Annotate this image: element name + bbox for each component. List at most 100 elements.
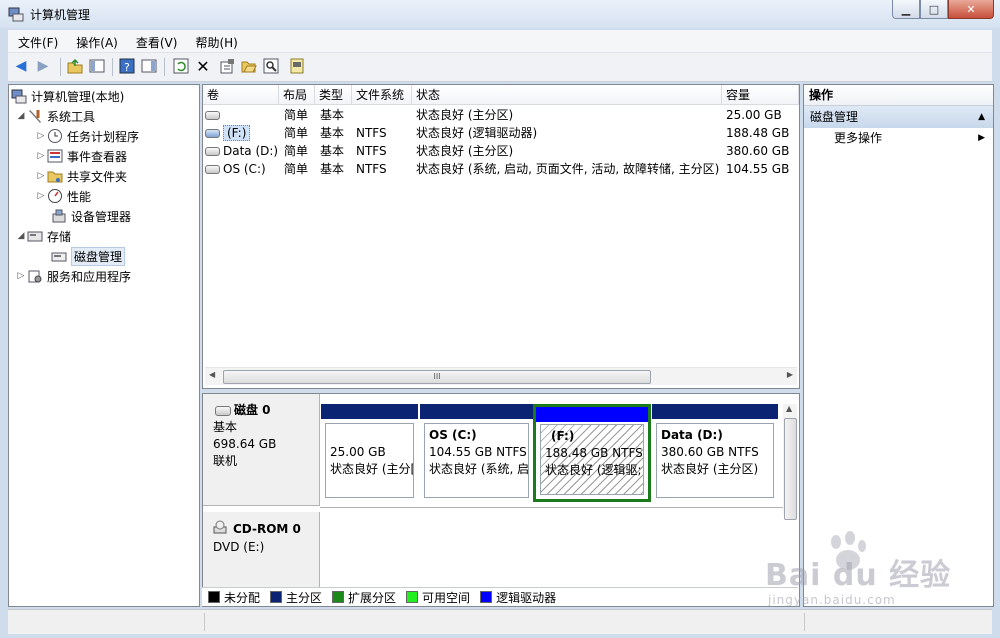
collapse-arrow-icon[interactable]: ◢ <box>15 231 27 241</box>
properties-icon[interactable] <box>218 57 236 75</box>
watermark-url: jingyan.baidu.com <box>768 593 896 607</box>
expand-arrow-icon[interactable]: ▷ <box>35 171 47 181</box>
tools-icon <box>27 108 43 124</box>
tree-node-storage[interactable]: ◢ 存储 <box>15 227 71 245</box>
back-arrow-icon[interactable]: ◀ <box>12 57 30 75</box>
collapse-arrow-icon[interactable]: ◢ <box>15 111 27 121</box>
actions-section-disk-management[interactable]: 磁盘管理 ▲ <box>804 106 993 128</box>
legend-swatch-extended <box>332 591 345 603</box>
scroll-left-icon[interactable]: ◀ <box>209 370 215 379</box>
tree-node-event-viewer[interactable]: ▷ 事件查看器 <box>35 147 127 165</box>
scroll-right-icon[interactable]: ▶ <box>787 370 793 379</box>
more-actions-item[interactable]: 更多操作 ▶ <box>804 128 993 148</box>
computer-management-icon <box>8 6 24 22</box>
cdrom-icon <box>213 520 227 539</box>
delete-icon[interactable]: ✕ <box>194 57 212 76</box>
computer-management-icon <box>11 88 27 104</box>
column-header-layout[interactable]: 布局 <box>279 85 315 105</box>
scroll-up-icon[interactable]: ▲ <box>786 404 792 413</box>
legend-swatch-logical <box>480 591 493 603</box>
menu-help[interactable]: 帮助(H) <box>185 30 245 52</box>
tree-node-services-apps[interactable]: ▷ 服务和应用程序 <box>15 267 131 285</box>
disk-properties-icon[interactable] <box>288 57 306 75</box>
window-title: 计算机管理 <box>30 8 91 22</box>
drive-icon <box>205 129 220 138</box>
expand-arrow-icon[interactable]: ▷ <box>35 151 47 161</box>
baidu-watermark: Bai du 经验 jingyan.baidu.com <box>760 520 990 620</box>
toolbar: ◀ ▶ ? ✕ <box>8 53 992 82</box>
open-folder-icon[interactable] <box>240 57 258 75</box>
tree-node-computer-management[interactable]: 计算机管理(本地) <box>11 87 124 105</box>
column-header-status[interactable]: 状态 <box>412 85 722 105</box>
menu-view[interactable]: 查看(V) <box>126 30 186 52</box>
partition-os-c[interactable]: OS (C:) 104.55 GB NTFS 状态良好 (系统, 启 <box>420 404 533 502</box>
drive-icon <box>205 165 220 174</box>
vertical-scrollbar[interactable]: ▲ <box>783 404 797 520</box>
maximize-button[interactable]: □ <box>920 0 948 19</box>
watermark-logo-text: Bai du 经验 <box>765 558 952 593</box>
help-icon[interactable]: ? <box>118 57 136 75</box>
refresh-icon[interactable] <box>172 57 190 75</box>
menu-file[interactable]: 文件(F) <box>8 30 66 52</box>
computer-management-window: 计算机管理 ▁ □ ✕ 文件(F) 操作(A) 查看(V) 帮助(H) ◀ ▶ … <box>0 0 1000 638</box>
tree-node-performance[interactable]: ▷ 性能 <box>35 187 91 205</box>
tree-node-disk-management[interactable]: 磁盘管理 <box>47 246 126 266</box>
close-button[interactable]: ✕ <box>948 0 994 19</box>
device-manager-icon <box>51 208 67 224</box>
clock-icon <box>47 128 63 144</box>
disk-management-icon <box>51 248 67 264</box>
drive-icon <box>205 111 220 120</box>
scroll-thumb[interactable]: III <box>223 370 651 384</box>
column-header-volume[interactable]: 卷 <box>203 85 279 105</box>
partition-data-d[interactable]: Data (D:) 380.60 GB NTFS 状态良好 (主分区) <box>652 404 778 502</box>
tree-node-task-scheduler[interactable]: ▷ 任务计划程序 <box>35 127 139 145</box>
volume-list: 卷 布局 类型 文件系统 状态 容量 简单 基本 状态良好 (主分区) 25.0… <box>202 84 800 389</box>
actions-header: 操作 <box>804 85 993 106</box>
navigation-tree: 计算机管理(本地) ◢ 系统工具 ▷ 任务计划程序 ▷ 事件查看器 ▷ 共享文件… <box>8 84 200 607</box>
legend: 未分配 主分区 扩展分区 可用空间 逻辑驱动器 <box>202 587 798 606</box>
expand-arrow-icon[interactable]: ▷ <box>35 131 47 141</box>
tree-node-system-tools[interactable]: ◢ 系统工具 <box>15 107 95 125</box>
up-folder-icon[interactable] <box>66 57 84 75</box>
tree-node-shared-folders[interactable]: ▷ 共享文件夹 <box>35 167 127 185</box>
horizontal-scrollbar[interactable]: ◀ III ▶ <box>205 367 797 385</box>
search-icon[interactable] <box>262 57 280 75</box>
submenu-arrow-icon: ▶ <box>978 133 985 143</box>
close-icon: ✕ <box>966 2 976 16</box>
maximize-icon: □ <box>928 2 940 16</box>
scroll-thumb[interactable] <box>784 418 797 520</box>
tree-node-device-manager[interactable]: 设备管理器 <box>47 207 131 225</box>
legend-swatch-free <box>406 591 419 603</box>
table-row[interactable]: OS (C:) 简单 基本 NTFS 状态良好 (系统, 启动, 页面文件, 活… <box>203 160 799 178</box>
menu-bar: 文件(F) 操作(A) 查看(V) 帮助(H) <box>8 30 992 53</box>
show-hide-action-pane-icon[interactable] <box>140 57 158 75</box>
menu-action[interactable]: 操作(A) <box>66 30 126 52</box>
hard-disk-icon <box>215 405 231 416</box>
partition-f[interactable]: (F:) 188.48 GB NTFS 状态良好 (逻辑驱; <box>533 404 651 502</box>
table-row[interactable]: (F:) 简单 基本 NTFS 状态良好 (逻辑驱动器) 188.48 GB <box>203 124 799 142</box>
performance-icon <box>47 188 63 204</box>
column-header-filesystem[interactable]: 文件系统 <box>352 85 412 105</box>
minimize-button[interactable]: ▁ <box>892 0 920 19</box>
legend-swatch-unallocated <box>208 591 220 603</box>
storage-icon <box>27 228 43 244</box>
column-header-capacity[interactable]: 容量 <box>722 85 799 105</box>
services-icon <box>27 268 43 284</box>
table-row[interactable]: Data (D:) 简单 基本 NTFS 状态良好 (主分区) 380.60 G… <box>203 142 799 160</box>
event-viewer-icon <box>47 148 63 164</box>
expand-arrow-icon[interactable]: ▷ <box>35 191 47 201</box>
expand-arrow-icon[interactable]: ▷ <box>15 271 27 281</box>
partition-unlabeled[interactable]: 25.00 GB 状态良好 (主分[ <box>321 404 418 502</box>
legend-swatch-primary <box>270 591 283 603</box>
shared-folder-icon <box>47 168 63 184</box>
svg-text:?: ? <box>124 61 130 74</box>
collapse-up-icon[interactable]: ▲ <box>978 106 985 128</box>
disk-graphical-view: 磁盘 0 基本 698.64 GB 联机 25.00 GB 状态良好 (主分[ … <box>202 393 800 607</box>
forward-arrow-icon[interactable]: ▶ <box>34 57 52 75</box>
show-hide-tree-icon[interactable] <box>88 57 106 75</box>
disk-0-label[interactable]: 磁盘 0 基本 698.64 GB 联机 <box>203 394 320 506</box>
minimize-icon: ▁ <box>901 2 911 16</box>
column-header-type[interactable]: 类型 <box>315 85 352 105</box>
drive-icon <box>205 147 220 156</box>
table-row[interactable]: 简单 基本 状态良好 (主分区) 25.00 GB <box>203 106 799 124</box>
